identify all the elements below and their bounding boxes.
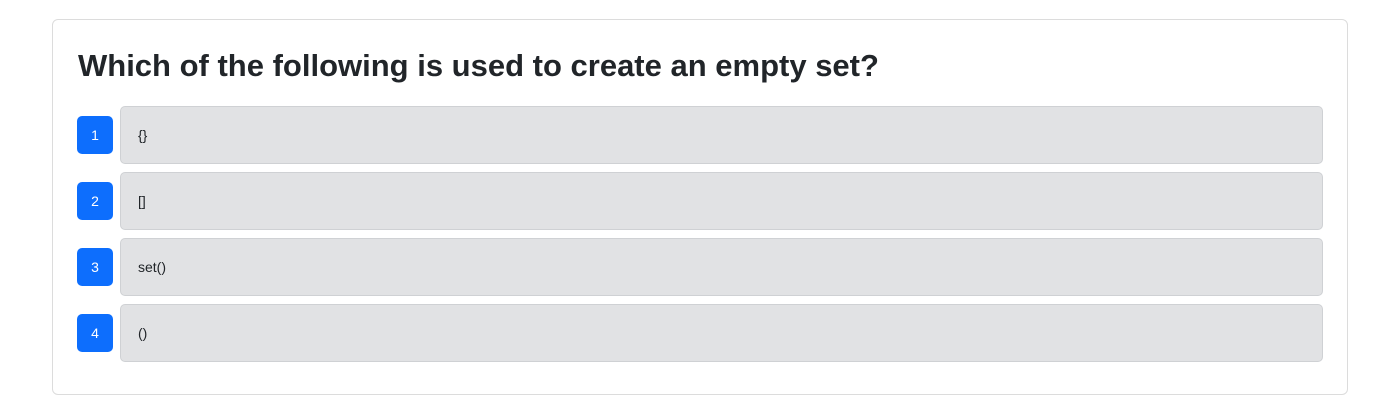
option-button-1[interactable]: {}: [120, 106, 1323, 164]
option-button-3[interactable]: set(): [120, 238, 1323, 296]
option-row-1: 1 {}: [77, 106, 1323, 164]
question-card: Which of the following is used to create…: [52, 19, 1348, 395]
option-text: []: [138, 193, 146, 209]
option-row-3: 3 set(): [77, 238, 1323, 296]
option-button-2[interactable]: []: [120, 172, 1323, 230]
option-number-badge[interactable]: 3: [77, 248, 113, 286]
option-number-badge[interactable]: 2: [77, 182, 113, 220]
option-row-2: 2 []: [77, 172, 1323, 230]
option-row-4: 4 (): [77, 304, 1323, 362]
option-text: {}: [138, 127, 148, 143]
option-number-badge[interactable]: 4: [77, 314, 113, 352]
option-text: set(): [138, 259, 166, 275]
option-button-4[interactable]: (): [120, 304, 1323, 362]
option-number-badge[interactable]: 1: [77, 116, 113, 154]
options-list: 1 {} 2 [] 3 set() 4 (): [77, 106, 1323, 370]
option-text: (): [138, 325, 148, 341]
question-title: Which of the following is used to create…: [78, 48, 879, 83]
